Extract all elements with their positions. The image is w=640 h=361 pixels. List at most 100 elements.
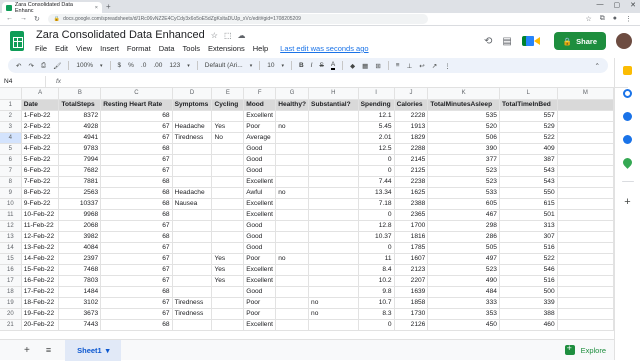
grid-cell[interactable]: 7443 (58, 319, 102, 331)
grid-cell[interactable]: 67 (100, 275, 173, 287)
grid-cell[interactable] (172, 220, 213, 232)
grid-cell[interactable] (172, 231, 213, 243)
grid-cell[interactable] (557, 319, 614, 331)
sheets-logo-icon[interactable] (10, 31, 24, 51)
grid-cell[interactable]: Good (243, 154, 277, 166)
grid-cell[interactable]: 1913 (394, 121, 429, 133)
grid-cell[interactable] (275, 209, 310, 221)
grid-cell[interactable]: 543 (499, 165, 558, 177)
grid-cell[interactable]: 1785 (394, 242, 429, 254)
chevron-down-icon[interactable]: ▾ (250, 63, 253, 69)
grid-cell[interactable] (557, 176, 614, 188)
grid-cell[interactable] (557, 132, 614, 144)
browser-menu-icon[interactable]: ⋮ (625, 15, 632, 23)
grid-cell[interactable] (308, 143, 359, 155)
grid-cell[interactable]: 10.7 (358, 297, 395, 309)
header-cell[interactable]: Date (21, 99, 60, 111)
grid-cell[interactable]: 460 (499, 319, 558, 331)
grid-cell[interactable] (557, 275, 614, 287)
grid-cell[interactable] (275, 275, 310, 287)
grid-cell[interactable]: Excellent (243, 110, 277, 122)
text-wrap-icon[interactable]: ↩ (419, 62, 424, 70)
grid-cell[interactable]: 18-Feb-22 (21, 297, 60, 309)
column-header-i[interactable]: I (358, 88, 395, 100)
grid-cell[interactable]: 68 (100, 176, 173, 188)
contacts-icon[interactable] (623, 135, 632, 144)
grid-cell[interactable]: 10.2 (358, 275, 395, 287)
grid-cell[interactable] (172, 275, 213, 287)
grid-cell[interactable]: 339 (499, 297, 558, 309)
grid-cell[interactable] (308, 286, 359, 298)
chevron-down-icon[interactable]: ▾ (187, 63, 190, 69)
grid-cell[interactable]: 67 (100, 165, 173, 177)
row-header[interactable]: 1 (0, 99, 22, 111)
grid-cell[interactable]: 550 (499, 187, 558, 199)
grid-cell[interactable]: 387 (499, 154, 558, 166)
back-icon[interactable]: ← (6, 15, 13, 23)
grid-cell[interactable]: 10.37 (358, 231, 395, 243)
grid-cell[interactable]: 1858 (394, 297, 429, 309)
grid-cell[interactable]: Average (243, 132, 277, 144)
grid-cell[interactable]: 516 (499, 275, 558, 287)
grid-cell[interactable] (275, 264, 310, 276)
decrease-decimal-button[interactable]: .0 (141, 62, 146, 69)
grid-cell[interactable] (308, 165, 359, 177)
grid-cell[interactable]: 1484 (58, 286, 102, 298)
grid-cell[interactable]: 2365 (394, 209, 429, 221)
row-header[interactable]: 16 (0, 264, 22, 276)
column-header-b[interactable]: B (58, 88, 102, 100)
grid-cell[interactable] (275, 242, 310, 254)
reload-icon[interactable]: ↻ (34, 15, 40, 23)
maps-icon[interactable] (621, 156, 634, 169)
grid-cell[interactable]: 67 (100, 264, 173, 276)
grid-cell[interactable]: 67 (100, 154, 173, 166)
grid-cell[interactable]: 68 (100, 198, 173, 210)
row-header[interactable]: 5 (0, 143, 22, 155)
column-header-l[interactable]: L (499, 88, 558, 100)
grid-cell[interactable]: 516 (499, 242, 558, 254)
grid-cell[interactable] (172, 165, 213, 177)
grid-cell[interactable] (275, 110, 310, 122)
row-header[interactable]: 10 (0, 198, 22, 210)
grid-cell[interactable] (275, 165, 310, 177)
grid-cell[interactable]: Excellent (243, 176, 277, 188)
grid-cell[interactable]: 2123 (394, 264, 429, 276)
row-header[interactable]: 3 (0, 121, 22, 133)
calendar-icon[interactable] (623, 66, 632, 75)
grid-cell[interactable]: 2126 (394, 319, 429, 331)
header-cell[interactable]: Resting Heart Rate (100, 99, 173, 111)
grid-cell[interactable]: 67 (100, 242, 173, 254)
grid-cell[interactable]: 67 (100, 220, 173, 232)
grid-cell[interactable]: Excellent (243, 275, 277, 287)
grid-cell[interactable] (308, 319, 359, 331)
grid-cell[interactable]: Good (243, 143, 277, 155)
header-cell[interactable] (557, 99, 614, 111)
grid-cell[interactable]: 522 (499, 253, 558, 265)
grid-cell[interactable]: 7468 (58, 264, 102, 276)
percent-format-button[interactable]: % (128, 62, 134, 69)
keep-icon[interactable] (623, 89, 632, 98)
grid-cell[interactable] (557, 209, 614, 221)
grid-cell[interactable] (211, 110, 245, 122)
grid-cell[interactable]: 450 (427, 319, 500, 331)
grid-cell[interactable]: 10337 (58, 198, 102, 210)
currency-format-button[interactable]: $ (118, 62, 122, 69)
chevron-down-icon[interactable]: ▾ (100, 63, 103, 69)
avatar[interactable] (616, 33, 632, 49)
grid-cell[interactable]: 7881 (58, 176, 102, 188)
grid-cell[interactable] (211, 242, 245, 254)
redo-icon[interactable]: ↷ (28, 62, 33, 70)
browser-tab[interactable]: Zara Consolidated Data Enhanc × (2, 2, 102, 14)
grid-cell[interactable] (211, 319, 245, 331)
strikethrough-button[interactable]: S (319, 62, 323, 69)
column-header-g[interactable]: G (275, 88, 310, 100)
grid-cell[interactable]: 0 (358, 154, 395, 166)
row-header[interactable]: 6 (0, 154, 22, 166)
grid-cell[interactable]: Yes (211, 253, 245, 265)
grid-cell[interactable]: 1730 (394, 308, 429, 320)
grid-cell[interactable] (211, 209, 245, 221)
grid-cell[interactable]: 68 (100, 286, 173, 298)
grid-cell[interactable]: 4084 (58, 242, 102, 254)
grid-cell[interactable]: No (211, 132, 245, 144)
grid-cell[interactable]: 7994 (58, 154, 102, 166)
